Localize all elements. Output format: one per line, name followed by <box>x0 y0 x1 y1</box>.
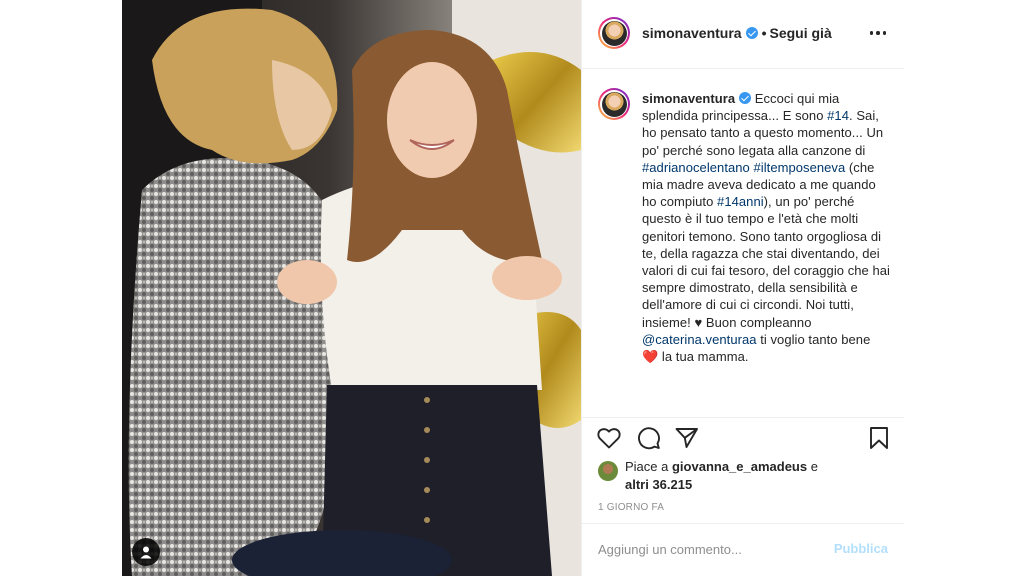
red-heart-icon: ❤️ <box>642 349 659 365</box>
user-tag-icon <box>140 546 152 559</box>
post-side-panel: simonaventura • Segui già simonaventura Ec… <box>581 0 904 576</box>
photo-illustration <box>122 0 581 576</box>
username-link[interactable]: simonaventura <box>642 25 742 41</box>
hashtag-link[interactable]: #adrianocelentano <box>642 160 750 175</box>
more-options-icon[interactable] <box>868 24 888 42</box>
avatar[interactable] <box>598 17 630 49</box>
action-bar <box>582 426 904 454</box>
caption-text: ), un po' perché questo è il tuo tempo e… <box>642 194 890 330</box>
liker-username[interactable]: giovanna_e_amadeus <box>672 459 807 474</box>
header-user-line: simonaventura • Segui già <box>642 25 832 41</box>
profile-photo <box>601 20 627 46</box>
liker-avatar[interactable] <box>598 461 618 481</box>
comment-input[interactable] <box>598 542 818 557</box>
hashtag-link[interactable]: #14anni <box>717 194 764 209</box>
publish-button[interactable]: Pubblica <box>834 541 888 556</box>
heart-outline-icon[interactable] <box>596 426 622 450</box>
caption-text: la tua mamma. <box>658 349 749 365</box>
caption-text: ti voglio tanto bene <box>756 331 871 347</box>
likes-connector: e <box>807 459 818 474</box>
likes-count[interactable]: altri 36.215 <box>625 477 692 492</box>
caption-text: Buon compleanno <box>702 314 812 330</box>
post-header: simonaventura • Segui già <box>582 0 904 69</box>
hashtag-link[interactable]: #iltemposeneva <box>754 160 846 175</box>
avatar[interactable] <box>598 88 630 120</box>
paper-plane-icon[interactable] <box>674 426 700 450</box>
post-photo[interactable] <box>122 0 581 576</box>
post-timestamp[interactable]: 1 GIORNO FA <box>598 502 664 513</box>
post-caption: simonaventura Eccoci qui mia splendida p… <box>642 90 890 365</box>
tag-user-button[interactable] <box>132 538 160 566</box>
caption-section: simonaventura Eccoci qui mia splendida p… <box>582 69 904 418</box>
comment-bar: Pubblica <box>582 523 904 577</box>
verified-badge-icon <box>739 92 752 104</box>
following-button[interactable]: Segui già <box>770 25 832 41</box>
hashtag-link[interactable]: #14 <box>827 108 849 123</box>
caption-username[interactable]: simonaventura <box>642 91 735 106</box>
separator-dot: • <box>761 25 767 41</box>
likes-prefix: Piace a <box>625 459 672 474</box>
mention-link[interactable]: @caterina.venturaa <box>642 332 757 347</box>
comment-bubble-icon[interactable] <box>636 426 662 450</box>
verified-badge-icon <box>745 27 758 39</box>
profile-photo <box>601 91 627 117</box>
likes-text: Piace a giovanna_e_amadeus e altri 36.215 <box>625 458 895 494</box>
bookmark-icon[interactable] <box>868 426 890 450</box>
